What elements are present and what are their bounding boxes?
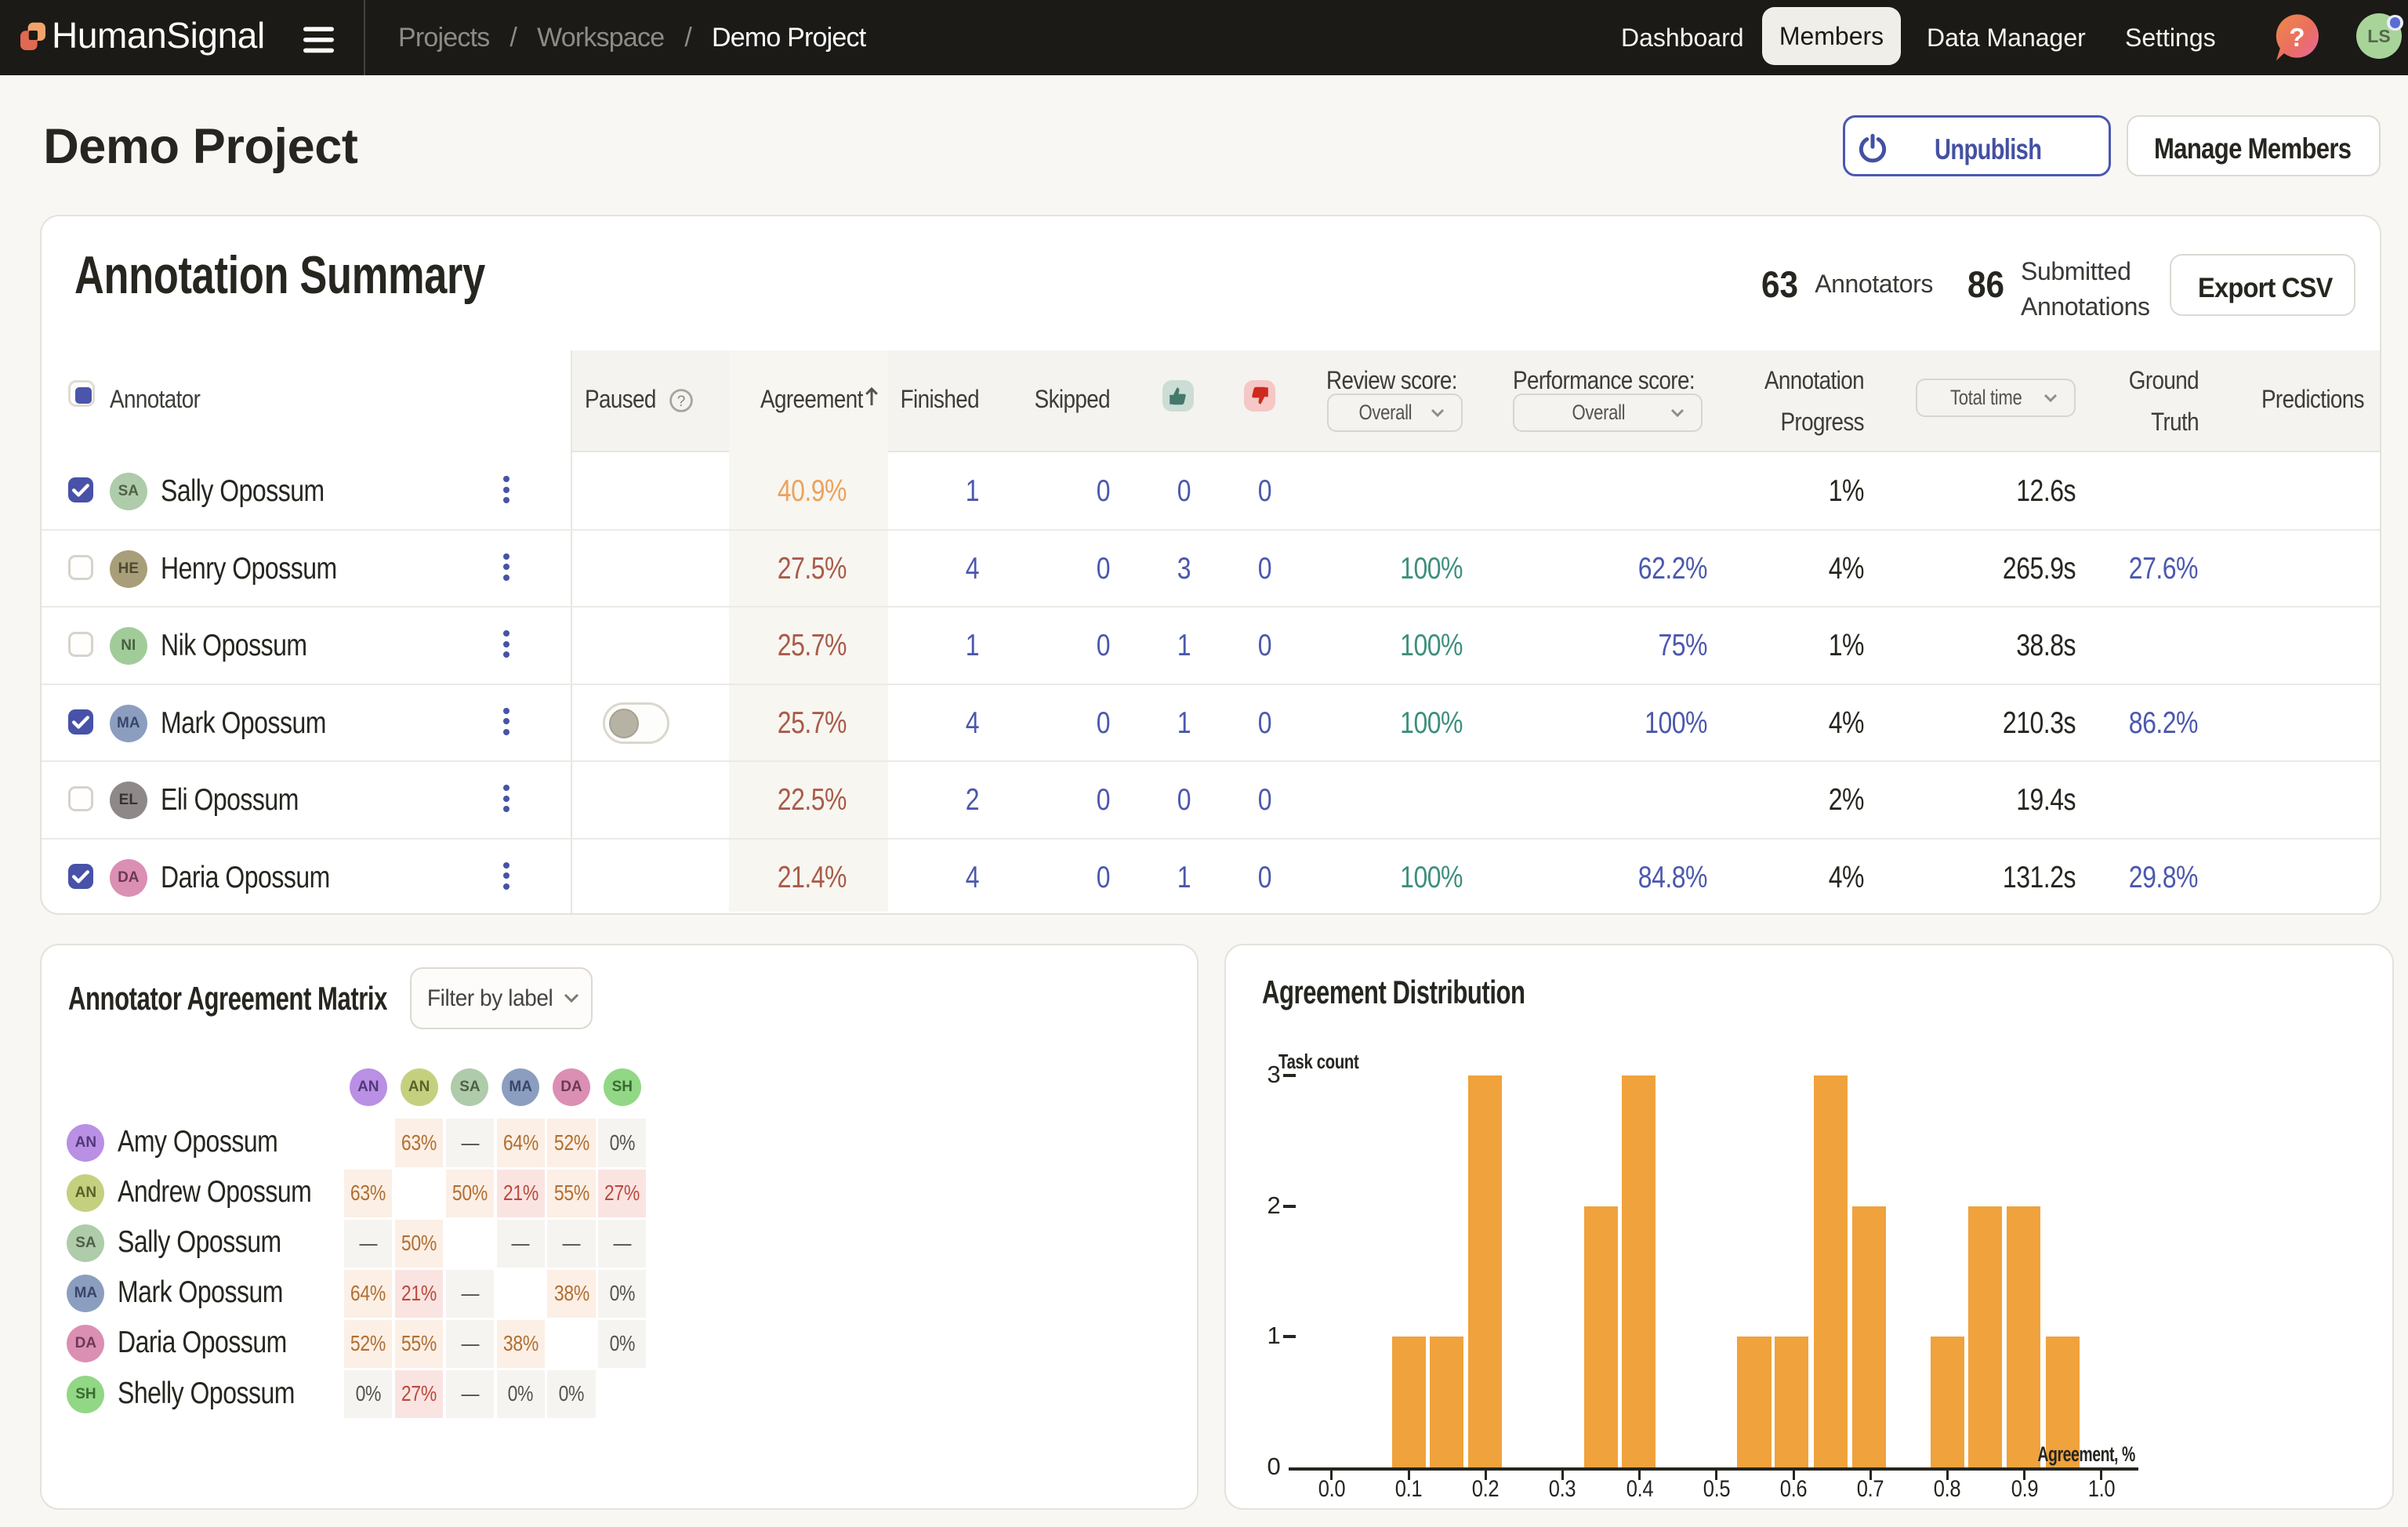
svg-text:?: ?	[2289, 23, 2305, 52]
svg-text:?: ?	[677, 394, 686, 410]
